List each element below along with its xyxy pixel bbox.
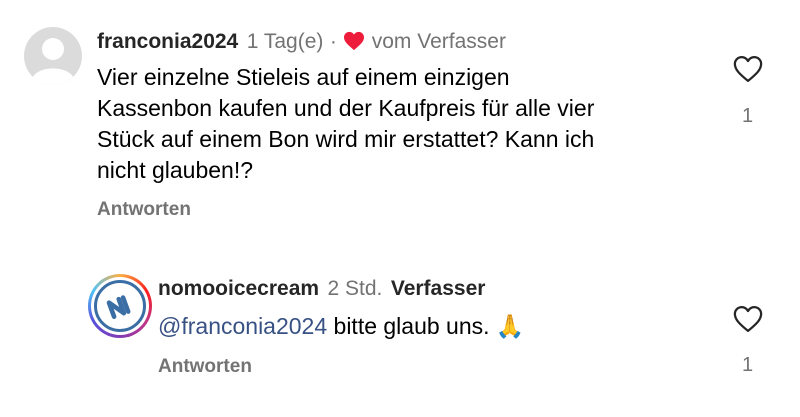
reply-body: bitte glaub uns. 🙏 [327, 313, 525, 339]
liked-by-author-label: vom Verfasser [371, 30, 506, 53]
like-button[interactable] [733, 305, 763, 335]
like-count: 1 [742, 354, 754, 376]
author-badge: Verfasser [390, 277, 486, 300]
reply-text: @franconia2024 bitte glaub uns. 🙏 [158, 311, 525, 342]
comment-username[interactable]: franconia2024 [97, 30, 238, 53]
reply-button[interactable]: Antworten [97, 199, 191, 221]
comment-text-line: Stück auf einem Bon wird mir erstattet? … [97, 126, 595, 152]
mention-link[interactable]: @franconia2024 [158, 313, 327, 339]
comment-text-line: Kassenbon kaufen und der Kaufpreis für a… [97, 95, 595, 121]
nomoo-logo-icon [94, 280, 146, 332]
reply-header: nomooicecream 2 Std. Verfasser [158, 277, 485, 301]
like-button[interactable] [733, 55, 763, 85]
comment-header: franconia2024 1 Tag(e) · vom Verfasser [97, 30, 506, 54]
separator-dot: · [329, 30, 337, 53]
comment-text-line: nicht glauben!? [97, 157, 254, 183]
like-count: 1 [742, 105, 754, 127]
avatar[interactable] [88, 274, 152, 338]
heart-filled-icon [344, 31, 365, 51]
comment-text-line: Vier einzelne Stieleis auf einem einzige… [97, 64, 510, 90]
reply-button[interactable]: Antworten [158, 356, 252, 378]
avatar[interactable] [24, 27, 82, 85]
reply-time: 2 Std. [327, 277, 383, 300]
comment-time: 1 Tag(e) [246, 30, 324, 53]
comment-text: Vier einzelne Stieleis auf einem einzige… [97, 62, 697, 186]
heart-outline-icon [733, 306, 763, 332]
reply-username[interactable]: nomooicecream [158, 277, 319, 300]
heart-outline-icon [733, 56, 763, 82]
default-avatar-icon [32, 38, 74, 85]
